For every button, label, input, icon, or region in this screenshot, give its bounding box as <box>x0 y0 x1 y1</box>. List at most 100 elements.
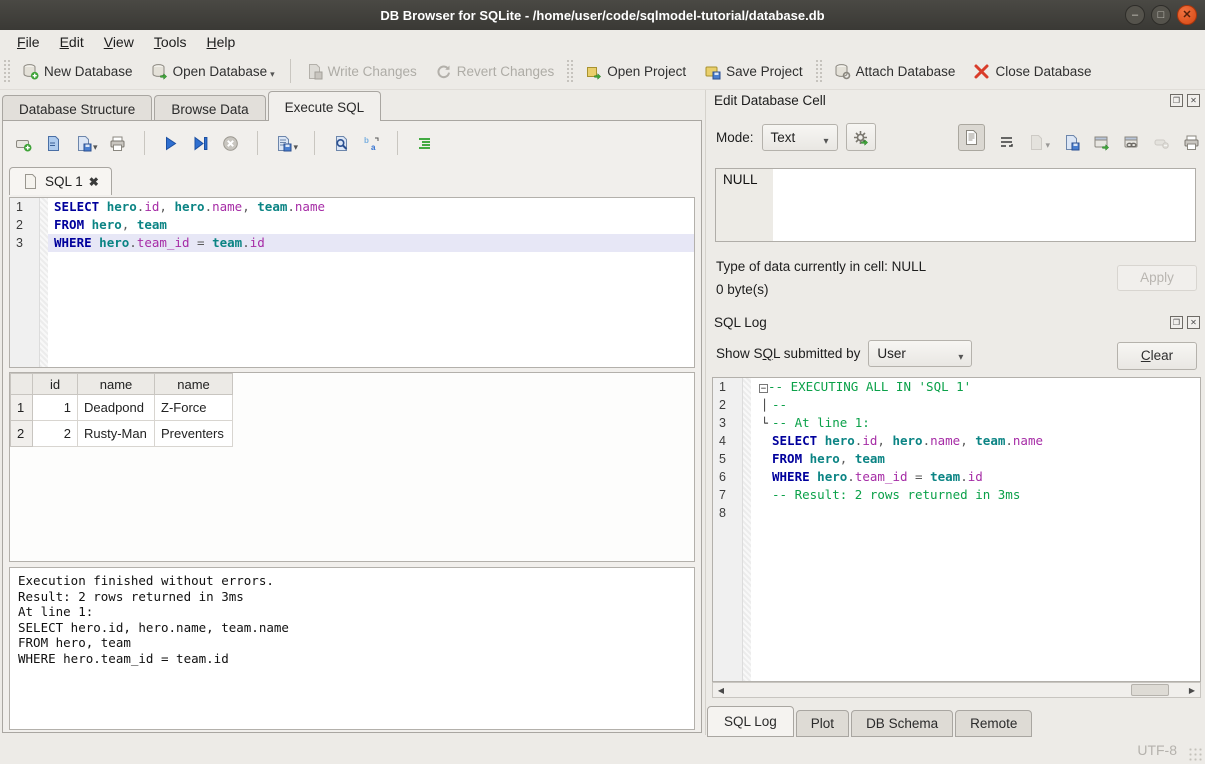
dock-tab-sql-log[interactable]: SQL Log <box>707 706 794 737</box>
new-database-button[interactable]: New Database <box>13 58 142 85</box>
right-dock: Edit Database Cell ❐ ✕ Mode: Text ▾ ▾ NU… <box>705 90 1205 735</box>
sql-editor[interactable]: 123 SELECT hero.id, hero.name, team.nameF… <box>9 197 695 368</box>
table-cell[interactable]: 1 <box>33 395 78 421</box>
submitted-by-select[interactable]: User ▾ <box>868 340 972 367</box>
import-button[interactable]: ▾ <box>1028 134 1050 151</box>
close-database-button[interactable]: Close Database <box>964 58 1100 85</box>
float-icon[interactable]: ❐ <box>1170 94 1183 107</box>
write-changes-button[interactable]: Write Changes <box>297 58 426 85</box>
save-results-button[interactable]: ▾ <box>274 133 299 153</box>
table-row[interactable]: 11DeadpondZ-Force <box>11 395 233 421</box>
log-fold-margin <box>743 378 751 681</box>
log-horizontal-scrollbar[interactable]: ◀ ▶ <box>712 682 1201 698</box>
dock-tab-db-schema[interactable]: DB Schema <box>851 710 953 737</box>
table-cell[interactable]: Preventers <box>155 421 233 447</box>
results-table[interactable]: idnamename11DeadpondZ-Force22Rusty-ManPr… <box>10 373 233 447</box>
sql-log-view[interactable]: 12345678 −-- EXECUTING ALL IN 'SQL 1'│--└… <box>712 377 1201 682</box>
scroll-right-icon[interactable]: ▶ <box>1184 686 1200 695</box>
tab-database-structure[interactable]: Database Structure <box>2 95 152 121</box>
file-icon <box>22 173 39 190</box>
open-sql-button[interactable] <box>43 133 63 153</box>
text-doc-icon <box>963 129 980 146</box>
revert-changes-button[interactable]: Revert Changes <box>426 58 564 85</box>
cell-value-editor[interactable]: NULL <box>715 168 1196 242</box>
table-cell[interactable]: Rusty-Man <box>78 421 155 447</box>
dock-tab-plot[interactable]: Plot <box>796 710 849 737</box>
code-line: WHERE hero.team_id = team.id <box>48 234 694 252</box>
toolbar-separator <box>257 131 258 155</box>
dock-tab-remote[interactable]: Remote <box>955 710 1032 737</box>
close-icon[interactable]: ✕ <box>1187 94 1200 107</box>
save-sql-button[interactable]: ▾ <box>73 133 98 153</box>
table-header-row[interactable]: idnamename <box>11 374 233 395</box>
new-tab-icon <box>13 133 33 153</box>
save-as-button[interactable] <box>1063 134 1080 151</box>
minimize-button[interactable]: – <box>1125 5 1145 25</box>
close-button[interactable]: ✕ <box>1177 5 1197 25</box>
table-cell[interactable]: Z-Force <box>155 395 233 421</box>
menu-tools[interactable]: Tools <box>145 32 196 52</box>
play-line-icon <box>191 133 211 153</box>
text-doc-button[interactable] <box>958 124 985 151</box>
find-button[interactable] <box>331 133 351 153</box>
menu-help[interactable]: Help <box>198 32 245 52</box>
scrollbar-thumb[interactable] <box>1131 684 1169 696</box>
code-area[interactable]: SELECT hero.id, hero.name, team.nameFROM… <box>48 198 694 367</box>
print-button[interactable] <box>1183 134 1200 151</box>
save-results-icon <box>274 133 294 153</box>
column-header[interactable] <box>11 374 33 395</box>
float-icon[interactable]: ❐ <box>1170 316 1183 329</box>
message-line: WHERE hero.team_id = team.id <box>18 651 686 667</box>
encoding-label: UTF-8 <box>1137 742 1177 758</box>
open-project-button[interactable]: Open Project <box>576 58 695 85</box>
export-window-button[interactable] <box>1093 134 1110 151</box>
menu-file[interactable]: File <box>8 32 49 52</box>
play-line-button[interactable] <box>191 133 211 153</box>
menu-view[interactable]: View <box>95 32 143 52</box>
link-window-button[interactable] <box>1123 134 1140 151</box>
format-button[interactable] <box>414 133 434 153</box>
close-icon[interactable]: ✕ <box>1187 316 1200 329</box>
maximize-button[interactable]: □ <box>1151 5 1171 25</box>
column-header[interactable]: name <box>78 374 155 395</box>
tab-close-icon[interactable]: ✖ <box>89 175 99 189</box>
auto-switch-mode-button[interactable] <box>846 123 876 151</box>
stop-button[interactable] <box>221 133 241 153</box>
play-button[interactable] <box>161 133 181 153</box>
svg-text:a: a <box>371 143 376 152</box>
toolbar-separator <box>144 131 145 155</box>
table-cell[interactable]: 2 <box>33 421 78 447</box>
log-line: FROM hero, team <box>751 450 1200 468</box>
tab-sql1[interactable]: SQL 1 ✖ <box>9 167 112 195</box>
log-code-area[interactable]: −-- EXECUTING ALL IN 'SQL 1'│--└-- At li… <box>751 378 1200 681</box>
toolbar-handle <box>566 59 573 83</box>
close-database-icon <box>973 63 990 80</box>
menu-edit[interactable]: Edit <box>51 32 93 52</box>
word-wrap-button[interactable] <box>998 134 1015 151</box>
new-tab-button[interactable] <box>13 133 33 153</box>
open-database-button[interactable]: Open Database▾ <box>142 58 284 85</box>
log-line: └-- At line 1: <box>751 414 1200 432</box>
resize-grip[interactable] <box>1188 747 1202 761</box>
set-null-button[interactable] <box>1153 134 1170 151</box>
column-header[interactable]: name <box>155 374 233 395</box>
save-project-button[interactable]: Save Project <box>695 58 812 85</box>
save-sql-icon <box>73 133 93 153</box>
scroll-left-icon[interactable]: ◀ <box>713 686 729 695</box>
line-number-gutter: 123 <box>10 198 40 367</box>
toolbar-separator <box>290 59 291 83</box>
apply-button[interactable]: Apply <box>1117 265 1197 291</box>
column-header[interactable]: id <box>33 374 78 395</box>
export-window-icon <box>1093 134 1110 151</box>
attach-database-button[interactable]: Attach Database <box>825 58 965 85</box>
table-row[interactable]: 22Rusty-ManPreventers <box>11 421 233 447</box>
log-line <box>751 504 1200 522</box>
tab-execute-sql[interactable]: Execute SQL <box>268 91 382 121</box>
table-cell[interactable]: Deadpond <box>78 395 155 421</box>
replace-button[interactable]: ba <box>361 133 381 153</box>
clear-button[interactable]: Clear <box>1117 342 1197 370</box>
log-line-number-gutter: 12345678 <box>713 378 743 681</box>
print-button[interactable] <box>108 133 128 153</box>
tab-browse-data[interactable]: Browse Data <box>154 95 265 121</box>
mode-select[interactable]: Text ▾ <box>762 124 838 151</box>
